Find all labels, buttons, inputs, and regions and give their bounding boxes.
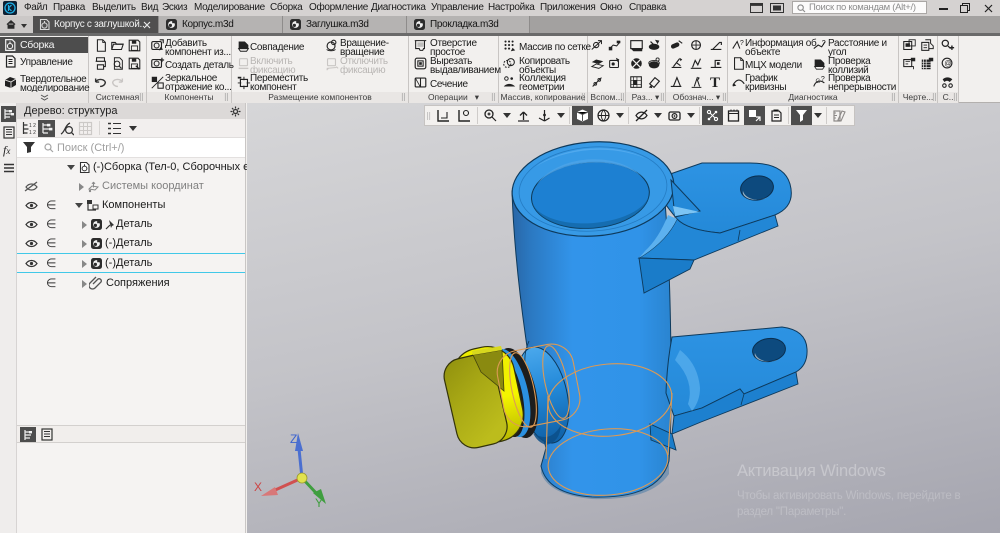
svg-text:1 2: 1 2 [29,123,36,129]
svg-text:?: ? [822,40,826,47]
svg-text:1 2: 1 2 [29,130,36,136]
svg-text:?: ? [821,76,825,83]
svg-text:G: G [816,78,821,85]
svg-text:X: X [254,480,262,494]
svg-text:@: @ [944,61,951,68]
svg-text:Z: Z [290,432,297,446]
svg-text:?: ? [740,40,744,47]
svg-text:Y: Y [315,496,323,510]
